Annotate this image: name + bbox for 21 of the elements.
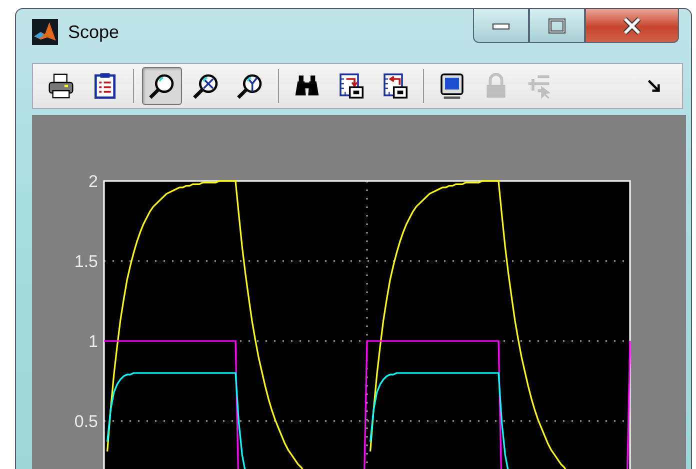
y-tick-label: 1 <box>88 332 98 351</box>
axes-save-icon <box>337 72 365 100</box>
minimize-button[interactable] <box>473 9 529 43</box>
close-icon <box>621 16 643 34</box>
maximize-icon <box>548 18 566 34</box>
printer-icon <box>47 72 75 100</box>
axes-restore-icon <box>381 72 409 100</box>
corner-arrow-icon <box>647 79 661 93</box>
magnifier-y-icon <box>236 72 264 100</box>
zoom-button[interactable] <box>142 67 182 105</box>
magnifier-x-icon <box>192 72 220 100</box>
window-title: Scope <box>68 22 120 42</box>
y-tick-label: 1.5 <box>74 252 98 271</box>
magnifier-icon <box>148 72 176 100</box>
minimize-icon <box>491 20 511 30</box>
maximize-button[interactable] <box>529 9 585 43</box>
y-tick-label: 2 <box>88 172 98 191</box>
monitor-icon <box>438 72 466 100</box>
y-tick-label: 0.5 <box>74 412 98 431</box>
close-button[interactable] <box>585 9 679 43</box>
logo-icon <box>32 19 58 45</box>
